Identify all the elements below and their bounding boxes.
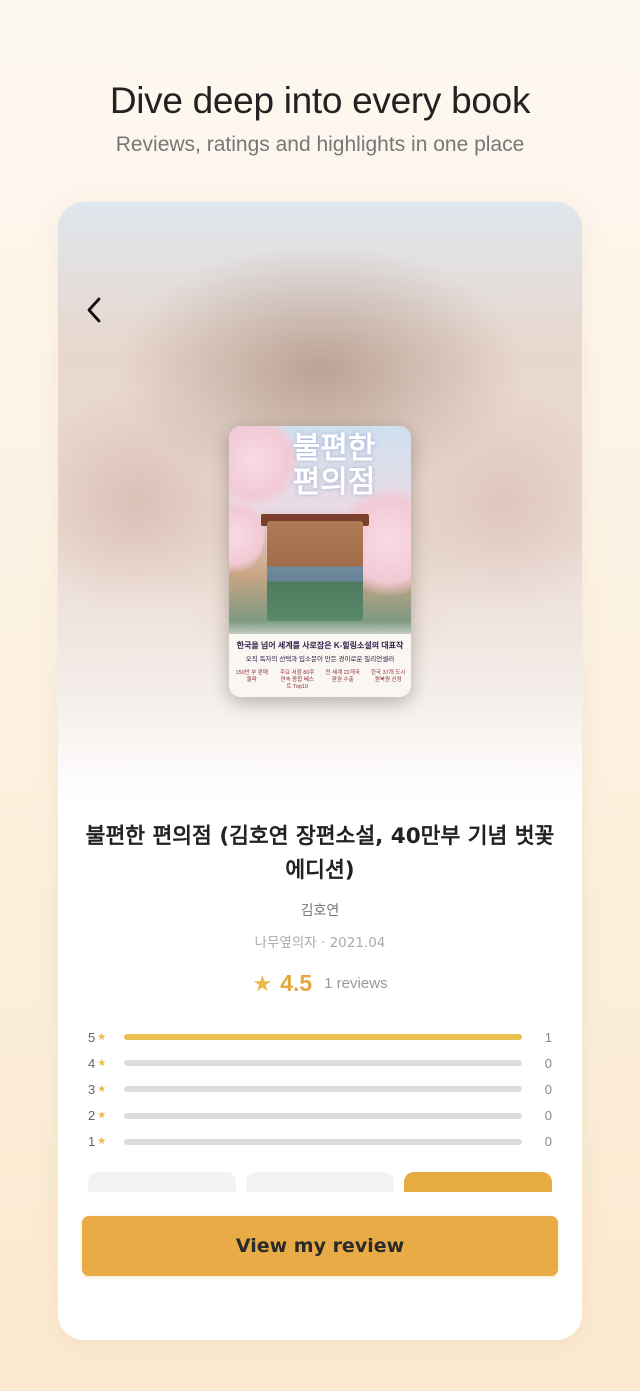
rating-bar-track xyxy=(124,1086,522,1093)
star-icon: ★ xyxy=(97,1136,107,1148)
cover-chip: 150만 부 판매 돌파 xyxy=(235,670,268,683)
cover-title-art: 불편한 편의점 xyxy=(292,431,376,500)
star-icon: ★ xyxy=(97,1031,107,1043)
rating-row-count: 0 xyxy=(544,1108,552,1124)
book-cover-image: 불편한 편의점 한국을 넘어 세계를 사로잡은 K-힐링소설의 대표작 오직 독… xyxy=(229,426,411,697)
rating-row-count: 1 xyxy=(544,1029,552,1045)
cover-chip: 주요 서점 80주 연속 종합 베스트 Top10 xyxy=(280,670,315,690)
rating-row-count: 0 xyxy=(544,1081,552,1097)
rating-row-label: 5 xyxy=(88,1029,96,1045)
rating-row-count: 0 xyxy=(544,1134,552,1150)
rating-summary: ★ 4.5 1 reviews xyxy=(58,970,582,997)
star-icon: ★ xyxy=(252,970,273,996)
rating-bar-fill xyxy=(124,1034,522,1041)
tab-peek[interactable] xyxy=(88,1172,236,1192)
book-author[interactable]: 김호연 xyxy=(58,900,582,920)
promo-subheadline: Reviews, ratings and highlights in one p… xyxy=(115,133,525,156)
chevron-left-icon xyxy=(87,297,101,323)
book-detail-card: 불편한 편의점 한국을 넘어 세계를 사로잡은 K-힐링소설의 대표작 오직 독… xyxy=(58,202,582,1340)
rating-row-count: 0 xyxy=(544,1055,552,1071)
rating-bar-track xyxy=(124,1138,522,1145)
star-icon: ★ xyxy=(97,1110,107,1122)
rating-bar-track xyxy=(124,1034,522,1041)
rating-row-label: 1 xyxy=(88,1134,96,1150)
star-icon: ★ xyxy=(97,1057,107,1069)
back-button[interactable] xyxy=(76,292,112,328)
promo-headline: Dive deep into every book xyxy=(109,80,531,121)
rating-bar-track xyxy=(124,1060,522,1067)
review-count: 1 reviews xyxy=(324,975,388,992)
average-rating: 4.5 xyxy=(280,970,313,996)
rating-bar-track xyxy=(124,1112,522,1119)
book-title: 불편한 편의점 (김호연 장편소설, 40만부 기념 벗꽃 에디션) xyxy=(85,824,555,883)
cover-chip: 한국 37개 도시 원북원 선정 xyxy=(371,670,406,683)
section-tabs-peek xyxy=(88,1172,552,1192)
rating-row-label: 4 xyxy=(88,1055,96,1071)
view-my-review-button[interactable]: View my review xyxy=(82,1216,558,1276)
tab-peek-active[interactable] xyxy=(404,1172,552,1192)
rating-row-4: 4 ★ 0 xyxy=(88,1050,552,1076)
rating-row-5: 5 ★ 1 xyxy=(88,1024,552,1050)
rating-row-3: 3 ★ 0 xyxy=(88,1076,552,1102)
rating-row-1: 1 ★ 0 xyxy=(88,1129,552,1155)
rating-row-label: 2 xyxy=(88,1108,96,1124)
publisher-date: 나무옆의자 · 2021.04 xyxy=(254,935,386,951)
rating-distribution: 5 ★ 1 4 ★ 0 3 ★ 0 2 ★ 0 1 ★ 0 xyxy=(88,1024,552,1155)
cover-chip: 전 세계 22개국 판권 수출 xyxy=(325,670,360,683)
star-icon: ★ xyxy=(97,1083,107,1095)
rating-row-label: 3 xyxy=(88,1081,96,1097)
cover-subline: 오직 독자의 선택과 입소문이 만든 경이로운 밀리언셀러 xyxy=(245,656,395,663)
rating-row-2: 2 ★ 0 xyxy=(88,1103,552,1129)
cover-tagline: 한국을 넘어 세계를 사로잡은 K-힐링소설의 대표작 xyxy=(236,641,404,650)
tab-peek[interactable] xyxy=(246,1172,394,1192)
